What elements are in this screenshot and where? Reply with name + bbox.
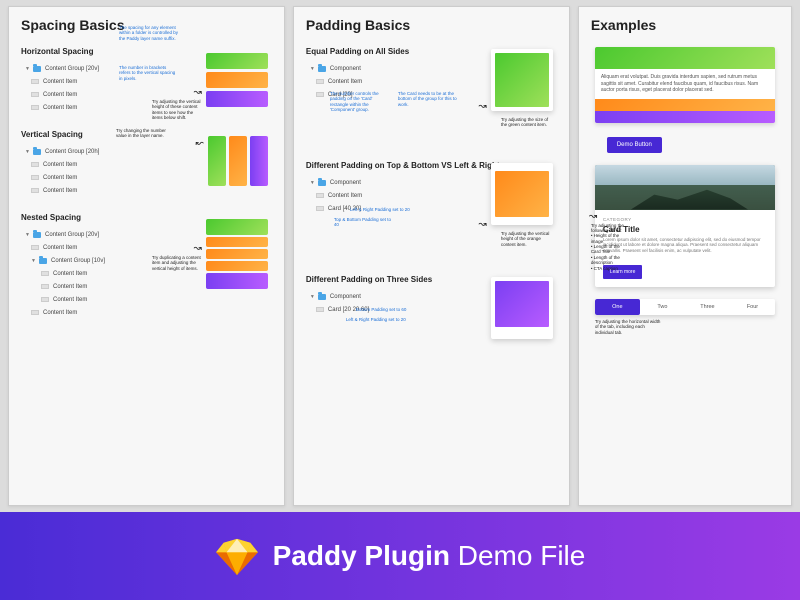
layer-icon bbox=[316, 79, 324, 84]
card-category: CATEGORY bbox=[603, 217, 767, 222]
folder-icon bbox=[33, 232, 41, 238]
folder-icon bbox=[318, 66, 326, 72]
demo-button[interactable]: Demo Button bbox=[607, 137, 662, 153]
layer-icon bbox=[31, 105, 39, 110]
panel-padding: Padding Basics Equal Padding on All Side… bbox=[293, 6, 570, 506]
tip-text: Try changing the number value in the lay… bbox=[116, 128, 166, 139]
arrow-icon: ↝ bbox=[194, 87, 202, 98]
footer-banner: Paddy Plugin Demo File bbox=[0, 512, 800, 600]
layer-icon bbox=[31, 162, 39, 167]
folder-icon bbox=[318, 294, 326, 300]
arrow-icon: ↝ bbox=[194, 243, 202, 254]
layer-icon bbox=[41, 284, 49, 289]
disclosure-triangle-icon[interactable]: ▼ bbox=[31, 258, 39, 264]
card-swatch-green[interactable] bbox=[491, 49, 553, 111]
tab-three[interactable]: Three bbox=[685, 299, 730, 315]
disclosure-triangle-icon[interactable]: ▼ bbox=[25, 232, 33, 238]
swatch-row bbox=[208, 136, 268, 186]
tip-text: Try adjusting the following items: • Hei… bbox=[591, 223, 631, 272]
disclosure-triangle-icon[interactable]: ▼ bbox=[310, 180, 318, 186]
swatch-green[interactable] bbox=[206, 53, 268, 69]
layer-icon bbox=[316, 307, 324, 312]
section-vertical-spacing: Vertical Spacing ▼Content Group [20h] Co… bbox=[21, 130, 272, 197]
layer-icon bbox=[41, 297, 49, 302]
swatch-purple[interactable] bbox=[250, 136, 268, 186]
panel-examples: Examples Aliquam erat volutpat. Duis gra… bbox=[578, 6, 792, 506]
arrow-icon: ↜ bbox=[196, 138, 204, 149]
swatch-green[interactable] bbox=[206, 219, 268, 235]
card-swatch-orange[interactable] bbox=[491, 163, 553, 225]
swatch-stack bbox=[206, 219, 268, 289]
note-text: The spacing for any element within a fol… bbox=[119, 25, 179, 41]
folder-icon bbox=[318, 180, 326, 186]
layer-icon bbox=[41, 271, 49, 276]
note-text: Left & Right Padding set to 20 bbox=[350, 207, 410, 212]
tree-item[interactable]: Content Item bbox=[21, 293, 272, 306]
tip-text: Try adjusting the vertical height of the… bbox=[152, 99, 202, 121]
tree-item[interactable]: Content Item bbox=[21, 306, 272, 319]
tab-four[interactable]: Four bbox=[730, 299, 775, 315]
disclosure-triangle-icon[interactable]: ▼ bbox=[310, 66, 318, 72]
section-three-sides-padding: Different Padding on Three Sides ▼Compon… bbox=[306, 275, 557, 316]
sketch-logo-icon bbox=[215, 537, 259, 575]
card-bar-green bbox=[595, 47, 775, 69]
panel-title: Examples bbox=[591, 17, 779, 33]
swatch-orange[interactable] bbox=[206, 249, 268, 259]
disclosure-triangle-icon[interactable]: ▼ bbox=[310, 294, 318, 300]
swatch-orange[interactable] bbox=[206, 261, 268, 271]
layer-icon bbox=[31, 175, 39, 180]
layer-icon bbox=[31, 310, 39, 315]
layer-icon bbox=[316, 193, 324, 198]
layer-icon bbox=[31, 79, 39, 84]
panel-title: Padding Basics bbox=[306, 17, 557, 33]
swatch-orange[interactable] bbox=[206, 237, 268, 247]
disclosure-triangle-icon[interactable]: ▼ bbox=[25, 66, 33, 72]
layer-icon bbox=[31, 245, 39, 250]
note-text: The number controls the padding on the '… bbox=[330, 91, 390, 113]
folder-icon bbox=[33, 149, 41, 155]
swatch-orange[interactable] bbox=[229, 136, 247, 186]
swatch-orange[interactable] bbox=[206, 72, 268, 88]
note-text: The number in brackets refers to the ver… bbox=[119, 65, 179, 81]
folder-icon bbox=[39, 258, 47, 264]
note-text: Bottom Padding set to 60 bbox=[356, 307, 407, 312]
layer-icon bbox=[316, 92, 324, 97]
tab-one[interactable]: One bbox=[595, 299, 640, 315]
tip-text: Try adjusting the horizontal width of th… bbox=[595, 319, 665, 335]
panel-spacing: Spacing Basics Horizontal Spacing The sp… bbox=[8, 6, 285, 506]
tip-text: Try duplicating a content item and adjus… bbox=[152, 255, 202, 271]
layer-icon bbox=[31, 92, 39, 97]
arrow-icon: ↝ bbox=[589, 211, 597, 222]
tab-bar: One Two Three Four bbox=[595, 299, 775, 315]
swatch-purple[interactable] bbox=[206, 273, 268, 289]
card-swatch-purple[interactable] bbox=[491, 277, 553, 339]
card-image bbox=[595, 165, 775, 210]
arrow-icon: ↝ bbox=[478, 101, 486, 112]
swatch-stack bbox=[206, 53, 268, 107]
card-bar-orange bbox=[595, 99, 775, 111]
section-horizontal-spacing: Horizontal Spacing The spacing for any e… bbox=[21, 47, 272, 114]
disclosure-triangle-icon[interactable]: ▼ bbox=[25, 149, 33, 155]
example-card-stacked[interactable]: Aliquam erat volutpat. Duis gravida inte… bbox=[595, 47, 775, 123]
arrow-icon: ↝ bbox=[478, 219, 486, 230]
tab-two[interactable]: Two bbox=[640, 299, 685, 315]
folder-icon bbox=[33, 66, 41, 72]
section-nested-spacing: Nested Spacing ▼Content Group [20v] Cont… bbox=[21, 213, 272, 319]
tip-text: Try adjusting the size of the green cont… bbox=[501, 117, 551, 128]
layer-icon bbox=[31, 188, 39, 193]
footer-title: Paddy Plugin Demo File bbox=[273, 540, 586, 572]
card-body-text: Aliquam erat volutpat. Duis gravida inte… bbox=[595, 69, 775, 99]
note-text: Top & Bottom Padding set to 40 bbox=[334, 217, 394, 228]
swatch-purple[interactable] bbox=[206, 91, 268, 107]
layer-icon bbox=[316, 206, 324, 211]
card-bar-purple bbox=[595, 111, 775, 123]
section-different-padding: Different Padding on Top & Bottom VS Lef… bbox=[306, 161, 557, 259]
note-text: Left & Right Padding set to 20 bbox=[346, 317, 406, 322]
note-text: The Card needs to be at the bottom of th… bbox=[398, 91, 458, 107]
tip-text: Try adjusting the vertical height of the… bbox=[501, 231, 551, 247]
section-equal-padding: Equal Padding on All Sides ▼Component Co… bbox=[306, 47, 557, 145]
swatch-green[interactable] bbox=[208, 136, 226, 186]
